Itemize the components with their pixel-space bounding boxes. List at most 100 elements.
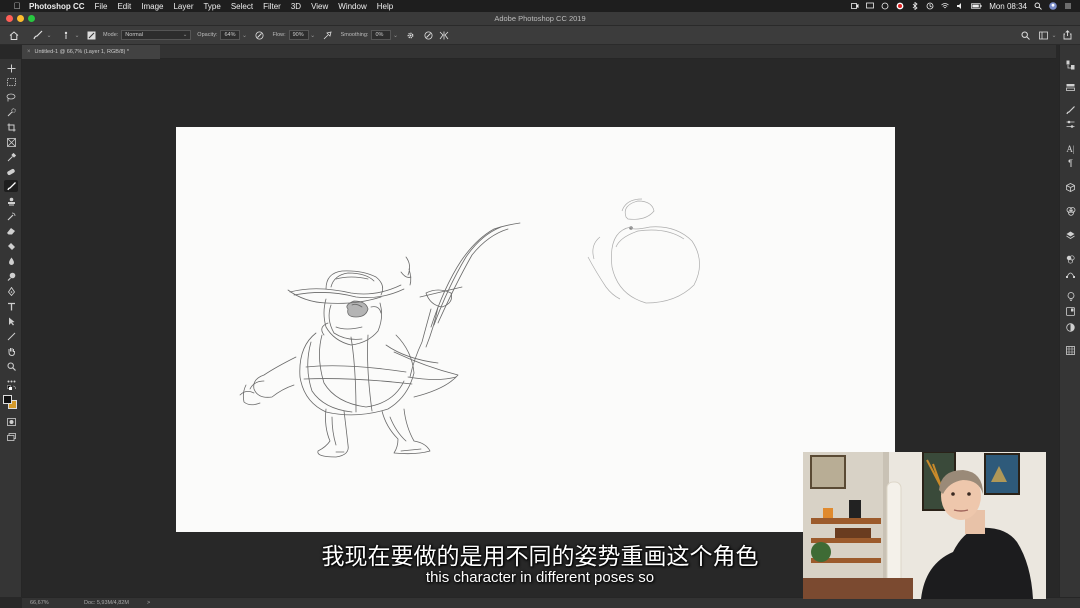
type-tool-icon[interactable] [4, 300, 18, 312]
chevron-down-icon[interactable]: ⌄ [309, 32, 317, 39]
document-tab[interactable]: × Untitled-1 @ 66,7% (Layer 1, RGB/8) * [22, 45, 160, 59]
paths-panel-icon[interactable] [1065, 268, 1076, 279]
chevron-down-icon[interactable]: ⌄ [45, 32, 53, 39]
smoothing-label: Smoothing: [340, 32, 369, 38]
volume-icon[interactable] [956, 2, 964, 10]
spotlight-search-icon[interactable] [1034, 2, 1042, 10]
opacity-input[interactable]: 64% [220, 30, 241, 40]
mode-select[interactable]: Normal ⌄ [121, 30, 192, 40]
history-panel-icon[interactable] [1065, 59, 1076, 70]
pen-tool-icon[interactable] [4, 285, 18, 297]
home-icon[interactable] [5, 30, 23, 40]
smoothing-input[interactable]: 0% [371, 30, 392, 40]
menu-view[interactable]: View [311, 2, 328, 11]
brush-size-icon[interactable] [59, 30, 73, 40]
brushes-panel-icon[interactable] [1065, 105, 1076, 116]
record-icon[interactable] [896, 2, 904, 10]
libraries-panel-icon[interactable] [1065, 306, 1076, 317]
menu-file[interactable]: File [95, 2, 108, 11]
flow-input[interactable]: 90% [288, 30, 309, 40]
menu-window[interactable]: Window [338, 2, 366, 11]
dodge-tool-icon[interactable] [4, 270, 18, 282]
blur-tool-icon[interactable] [4, 255, 18, 267]
wifi-icon[interactable] [941, 2, 949, 10]
user-avatar-icon[interactable] [1049, 2, 1057, 10]
mode-label: Mode: [103, 32, 119, 38]
screen-record-icon[interactable] [851, 2, 859, 10]
crop-tool-icon[interactable] [4, 121, 18, 133]
cloud-icon[interactable] [881, 2, 889, 10]
symmetry-icon[interactable] [437, 31, 451, 40]
document-size-info: Doc: 5,93M/4,82M [84, 600, 129, 606]
learn-panel-icon[interactable] [1065, 291, 1076, 302]
menu-image[interactable]: Image [141, 2, 163, 11]
apple-icon[interactable]:  [10, 1, 24, 11]
move-tool-icon[interactable] [4, 62, 18, 74]
quick-mask-icon[interactable] [4, 416, 18, 428]
status-menu-arrow[interactable]: > [147, 600, 150, 606]
menu-filter[interactable]: Filter [263, 2, 281, 11]
notification-center-icon[interactable] [1064, 2, 1072, 10]
close-tab-button[interactable]: × [27, 49, 31, 55]
eyedropper-tool-icon[interactable] [4, 151, 18, 163]
share-icon[interactable] [1060, 30, 1074, 40]
brush-settings-panel-icon[interactable] [85, 31, 97, 40]
history-brush-tool-icon[interactable] [4, 210, 18, 222]
color-panel-icon[interactable] [1065, 322, 1076, 333]
path-selection-tool-icon[interactable] [4, 315, 18, 327]
frame-tool-icon[interactable] [4, 136, 18, 148]
display-icon[interactable] [866, 2, 875, 10]
3d-panel-icon[interactable] [1065, 182, 1076, 193]
lasso-tool-icon[interactable] [4, 91, 18, 103]
menu-layer[interactable]: Layer [173, 2, 193, 11]
zoom-level[interactable]: 66,67% [30, 600, 80, 606]
marquee-tool-icon[interactable] [4, 76, 18, 88]
healing-brush-tool-icon[interactable] [4, 166, 18, 178]
paint-bucket-tool-icon[interactable] [4, 240, 18, 252]
swatches-panel-icon[interactable] [1065, 254, 1076, 265]
menu-app-name[interactable]: Photoshop CC [29, 2, 85, 11]
hand-tool-icon[interactable] [4, 345, 18, 357]
pirate-sketch-drawing [239, 198, 700, 458]
paragraph-panel-icon[interactable]: ¶ [1065, 157, 1076, 168]
chevron-down-icon[interactable]: ⌄ [73, 32, 81, 39]
bluetooth-icon[interactable] [911, 2, 919, 10]
mode-value: Normal [125, 32, 144, 38]
macos-menu-bar:  Photoshop CC File Edit Image Layer Typ… [0, 0, 1080, 12]
chevron-down-icon: ⌄ [182, 32, 188, 38]
adjustments-panel-icon[interactable] [1065, 82, 1076, 93]
chevron-down-icon[interactable]: ⌄ [1050, 32, 1058, 39]
search-icon[interactable] [1018, 31, 1032, 40]
brush-tool-icon[interactable] [4, 180, 18, 192]
document-canvas[interactable] [176, 127, 895, 532]
foreground-color-swatch[interactable] [3, 395, 12, 404]
properties-panel-icon[interactable] [1065, 345, 1076, 356]
airbrush-icon[interactable] [321, 30, 335, 40]
layers-panel-icon[interactable] [1065, 230, 1076, 241]
menu-type[interactable]: Type [203, 2, 220, 11]
menu-clock[interactable]: Mon 08:34 [989, 2, 1027, 11]
menu-select[interactable]: Select [231, 2, 253, 11]
channels-panel-icon[interactable] [1065, 206, 1076, 217]
chevron-down-icon[interactable]: ⌄ [240, 32, 248, 39]
menu-edit[interactable]: Edit [117, 2, 131, 11]
screen-mode-icon[interactable] [4, 431, 18, 443]
character-panel-icon[interactable]: A| [1065, 143, 1076, 154]
menu-help[interactable]: Help [377, 2, 393, 11]
battery-icon[interactable] [971, 2, 982, 10]
line-tool-icon[interactable] [4, 330, 18, 342]
quick-selection-tool-icon[interactable] [4, 106, 18, 118]
gear-icon[interactable] [403, 31, 417, 40]
brush-preset-icon[interactable] [31, 30, 45, 40]
brush-settings-icon[interactable] [1065, 119, 1076, 130]
clone-stamp-tool-icon[interactable] [4, 195, 18, 207]
pressure-opacity-icon[interactable] [252, 31, 266, 40]
pressure-size-icon[interactable] [421, 31, 435, 40]
workspace-switcher-icon[interactable] [1036, 31, 1050, 40]
zoom-tool-icon[interactable] [4, 360, 18, 372]
default-colors-icon[interactable] [4, 384, 18, 392]
eraser-tool-icon[interactable] [4, 225, 18, 237]
chevron-down-icon[interactable]: ⌄ [391, 32, 399, 39]
menu-3d[interactable]: 3D [291, 2, 301, 11]
time-machine-icon[interactable] [926, 2, 934, 10]
